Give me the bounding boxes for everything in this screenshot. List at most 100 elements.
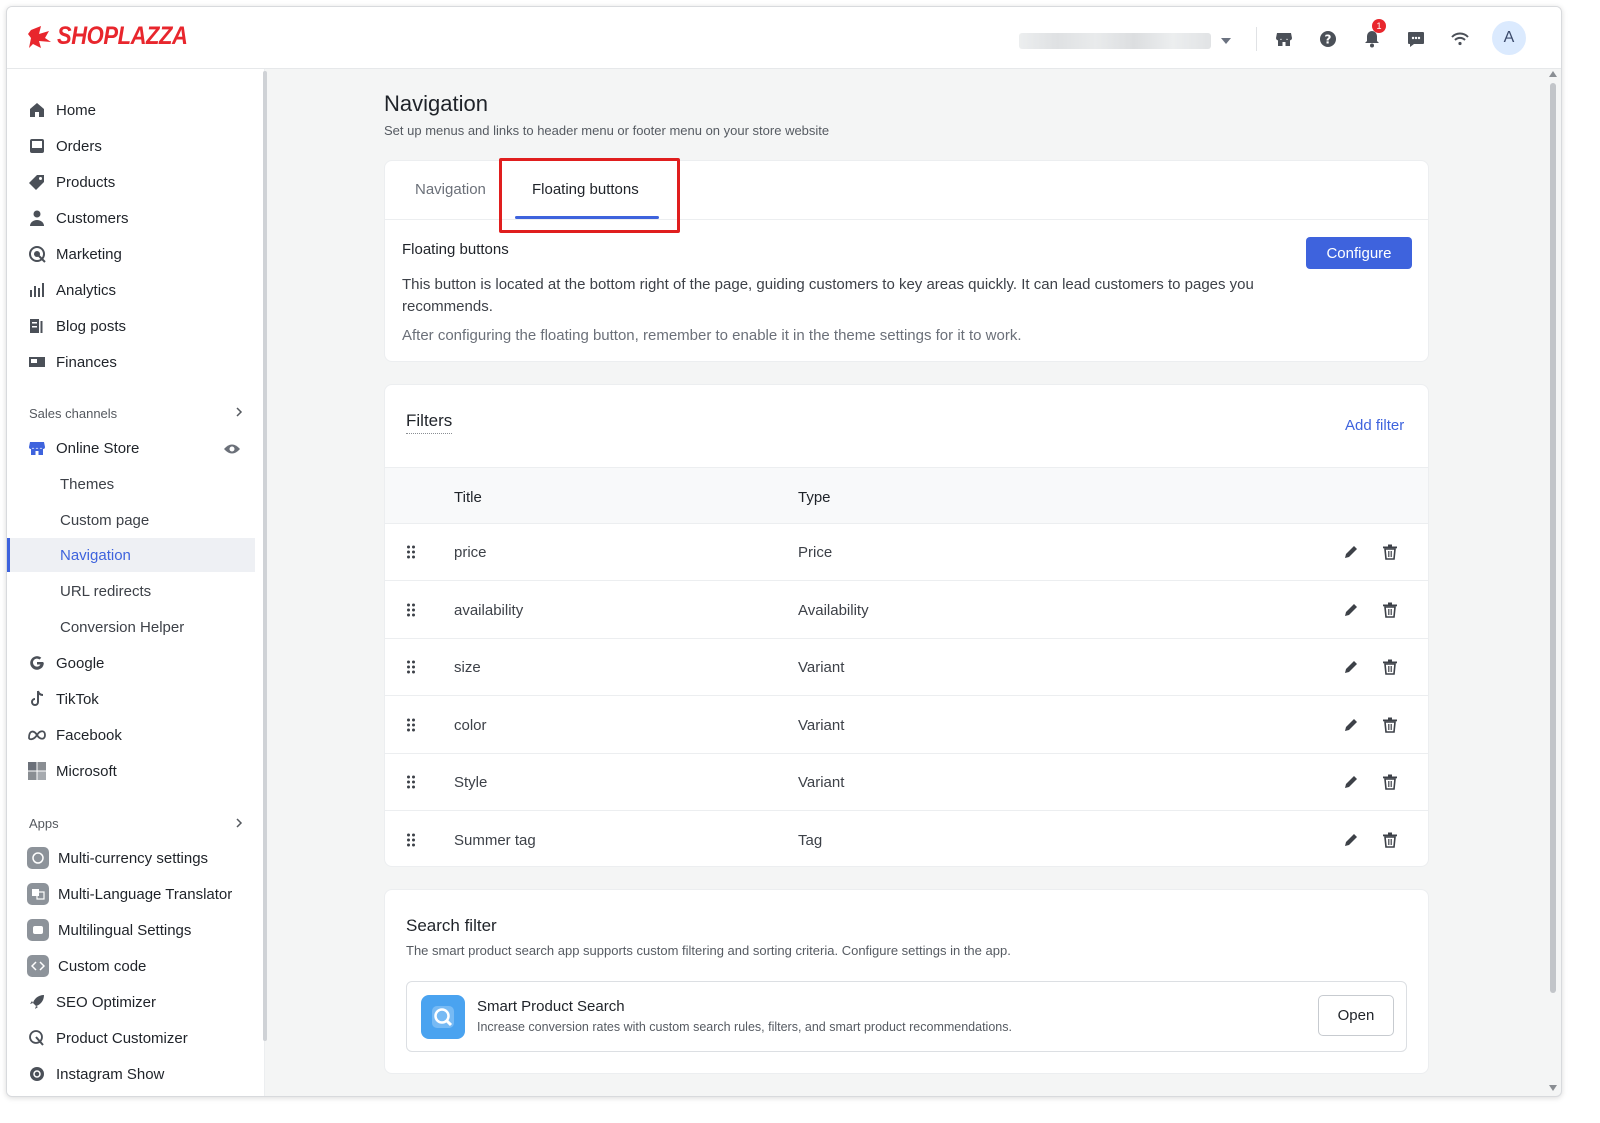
filter-type-cell: Availability — [798, 601, 869, 619]
drag-handle-icon[interactable] — [406, 833, 416, 847]
sidebar-sub-themes[interactable]: Themes — [7, 467, 255, 501]
table-row: size Variant — [385, 639, 1428, 696]
sidebar-app-instagram-show[interactable]: Instagram Show — [7, 1057, 255, 1091]
sidebar-item-label: Blog posts — [56, 317, 127, 335]
edit-pencil-icon[interactable] — [1342, 601, 1360, 619]
sidebar-item-label: Multilingual Settings — [58, 921, 192, 939]
sidebar-sub-label: Themes — [60, 475, 115, 493]
avatar[interactable]: A — [1492, 21, 1526, 55]
drag-handle-icon[interactable] — [406, 718, 416, 732]
sidebar-item-label: Product Customizer — [56, 1029, 188, 1047]
edit-pencil-icon[interactable] — [1342, 543, 1360, 561]
filter-type-cell: Price — [798, 544, 833, 561]
eye-icon[interactable] — [223, 443, 241, 455]
sidebar-item-microsoft[interactable]: Microsoft — [7, 754, 255, 788]
trash-icon[interactable] — [1381, 601, 1399, 619]
table-row: price Price — [385, 524, 1428, 581]
sidebar-item-marketing[interactable]: Marketing — [7, 237, 255, 271]
chevron-right-icon[interactable] — [234, 407, 244, 417]
sidebar-item-label: Marketing — [56, 245, 122, 263]
sidebar-item-label: Home — [56, 101, 97, 119]
sidebar-item-label: Instagram Show — [56, 1065, 165, 1083]
sidebar-item-finances[interactable]: Finances — [7, 345, 255, 379]
table-row: Style Variant — [385, 754, 1428, 811]
sidebar-sub-url-redirects[interactable]: URL redirects — [7, 574, 255, 608]
chevron-right-icon[interactable] — [234, 818, 244, 828]
sidebar-sub-conversion-helper[interactable]: Conversion Helper — [7, 610, 255, 644]
edit-pencil-icon[interactable] — [1342, 716, 1360, 734]
chat-icon[interactable] — [1404, 27, 1428, 51]
scrollbar-thumb[interactable] — [1550, 83, 1556, 993]
scroll-up-icon[interactable] — [1549, 71, 1557, 77]
drag-handle-icon[interactable] — [406, 545, 416, 559]
sidebar-app-translator[interactable]: Multi-Language Translator — [7, 877, 255, 911]
store-icon[interactable] — [1272, 27, 1296, 51]
store-name-redacted — [1019, 33, 1211, 49]
store-selector[interactable] — [1019, 31, 1241, 51]
chevron-down-icon — [1221, 38, 1231, 44]
drag-handle-icon[interactable] — [406, 603, 416, 617]
main-scrollbar[interactable] — [1547, 69, 1561, 1096]
sidebar-app-multilingual[interactable]: Multilingual Settings — [7, 913, 255, 947]
trash-icon[interactable] — [1381, 773, 1399, 791]
sidebar-app-seo-optimizer[interactable]: SEO Optimizer — [7, 985, 255, 1019]
sidebar-item-facebook[interactable]: Facebook — [7, 718, 255, 752]
sidebar-sub-label: Custom page — [60, 511, 150, 529]
sidebar-item-products[interactable]: Products — [7, 165, 255, 199]
rocket-icon — [27, 992, 47, 1012]
drag-handle-icon[interactable] — [406, 775, 416, 789]
sidebar-item-google[interactable]: Google — [7, 646, 255, 680]
sidebar-app-multi-currency[interactable]: Multi-currency settings — [7, 841, 255, 875]
drag-handle-icon[interactable] — [406, 660, 416, 674]
trash-icon[interactable] — [1381, 658, 1399, 676]
sidebar-item-label: Finances — [56, 353, 117, 371]
edit-pencil-icon[interactable] — [1342, 831, 1360, 849]
floating-buttons-title: Floating buttons — [402, 241, 509, 258]
sidebar-app-product-customizer[interactable]: Product Customizer — [7, 1021, 255, 1055]
tab-navigation[interactable]: Navigation — [415, 181, 486, 198]
home-icon — [27, 100, 47, 120]
sidebar-item-label: Online Store — [56, 439, 140, 457]
sidebar-sub-custom-page[interactable]: Custom page — [7, 503, 255, 537]
translator-app-icon — [27, 883, 49, 905]
help-icon[interactable]: ? — [1316, 27, 1340, 51]
sidebar-item-blog-posts[interactable]: Blog posts — [7, 309, 255, 343]
shoplazza-logo-icon — [28, 25, 51, 48]
sidebar-item-tiktok[interactable]: TikTok — [7, 682, 255, 716]
edit-pencil-icon[interactable] — [1342, 658, 1360, 676]
search-filter-card: Search filter The smart product search a… — [384, 889, 1429, 1074]
blog-icon — [27, 316, 47, 336]
sidebar-item-online-store[interactable]: Online Store — [7, 431, 255, 465]
filters-card: Filters Add filter Title Type price Price… — [384, 384, 1429, 867]
trash-icon[interactable] — [1381, 831, 1399, 849]
sidebar-sub-label: Navigation — [60, 546, 131, 564]
page-subtitle: Set up menus and links to header menu or… — [384, 123, 830, 138]
sidebar-item-customers[interactable]: Customers — [7, 201, 255, 235]
trash-icon[interactable] — [1381, 716, 1399, 734]
table-row: availability Availability — [385, 582, 1428, 639]
sidebar-app-custom-code[interactable]: Custom code — [7, 949, 255, 983]
wifi-icon[interactable] — [1448, 27, 1472, 51]
brand-logo[interactable]: SHOPLAZZA — [27, 22, 205, 51]
multilingual-app-icon — [27, 919, 49, 941]
scroll-down-icon[interactable] — [1549, 1085, 1557, 1091]
sidebar-item-orders[interactable]: Orders — [7, 129, 255, 163]
trash-icon[interactable] — [1381, 543, 1399, 561]
filter-title-cell: Style — [454, 774, 488, 791]
filter-type-cell: Variant — [798, 774, 845, 791]
add-filter-link[interactable]: Add filter — [1345, 417, 1404, 434]
edit-pencil-icon[interactable] — [1342, 773, 1360, 791]
sidebar: Home Orders Products Customers Marketing… — [7, 69, 265, 1096]
sidebar-sub-navigation[interactable]: Navigation — [7, 538, 255, 572]
configure-button[interactable]: Configure — [1306, 237, 1412, 269]
google-icon — [27, 653, 47, 673]
page-title: Navigation — [384, 91, 488, 116]
sidebar-item-analytics[interactable]: Analytics — [7, 273, 255, 307]
sidebar-scrollbar[interactable] — [263, 71, 267, 1041]
open-app-button[interactable]: Open — [1318, 995, 1394, 1036]
online-store-icon — [27, 438, 47, 458]
app-name: Smart Product Search — [477, 998, 625, 1015]
sidebar-item-home[interactable]: Home — [7, 93, 255, 127]
app-window: SHOPLAZZA ? 1 A Home Orders Products Cus… — [6, 6, 1562, 1097]
bell-icon[interactable]: 1 — [1360, 19, 1386, 51]
